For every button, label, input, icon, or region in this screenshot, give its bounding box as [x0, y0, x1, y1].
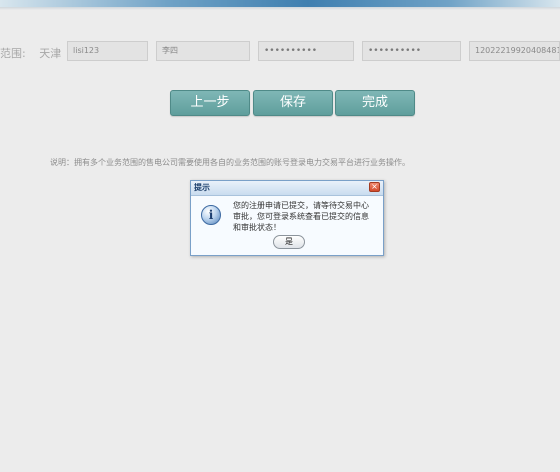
- dialog-message: 您的注册申请已提交，请等待交易中心审批，您可登录系统查看已提交的信息和审批状态！: [233, 201, 369, 232]
- previous-step-button[interactable]: 上一步: [170, 90, 250, 116]
- alert-dialog: 提示 × i 您的注册申请已提交，请等待交易中心审批，您可登录系统查看已提交的信…: [190, 180, 384, 256]
- dialog-title-bar: 提示 ×: [191, 181, 383, 196]
- password-field[interactable]: ••••••••••: [258, 41, 354, 61]
- top-bar-shadow: [0, 7, 560, 10]
- window-top-bar: [0, 0, 560, 7]
- confirm-password-field[interactable]: ••••••••••: [362, 41, 461, 61]
- username-field[interactable]: lisi123: [67, 41, 148, 61]
- info-icon: i: [201, 205, 221, 225]
- close-icon[interactable]: ×: [369, 182, 380, 192]
- dialog-title: 提示: [194, 183, 210, 192]
- save-button[interactable]: 保存: [253, 90, 333, 116]
- region-value: 天津: [39, 47, 62, 60]
- instruction-note: 说明：拥有多个业务范围的售电公司需要使用各自的业务范围的账号登录电力交易平台进行…: [50, 158, 410, 167]
- dialog-ok-button[interactable]: 是: [273, 235, 305, 249]
- region-label: 范围:: [0, 47, 26, 60]
- region-row: 范围: 天津: [0, 45, 61, 61]
- name-field[interactable]: 李四: [156, 41, 250, 61]
- id-number-field[interactable]: 120222199204084814: [469, 41, 560, 61]
- finish-button[interactable]: 完成: [335, 90, 415, 116]
